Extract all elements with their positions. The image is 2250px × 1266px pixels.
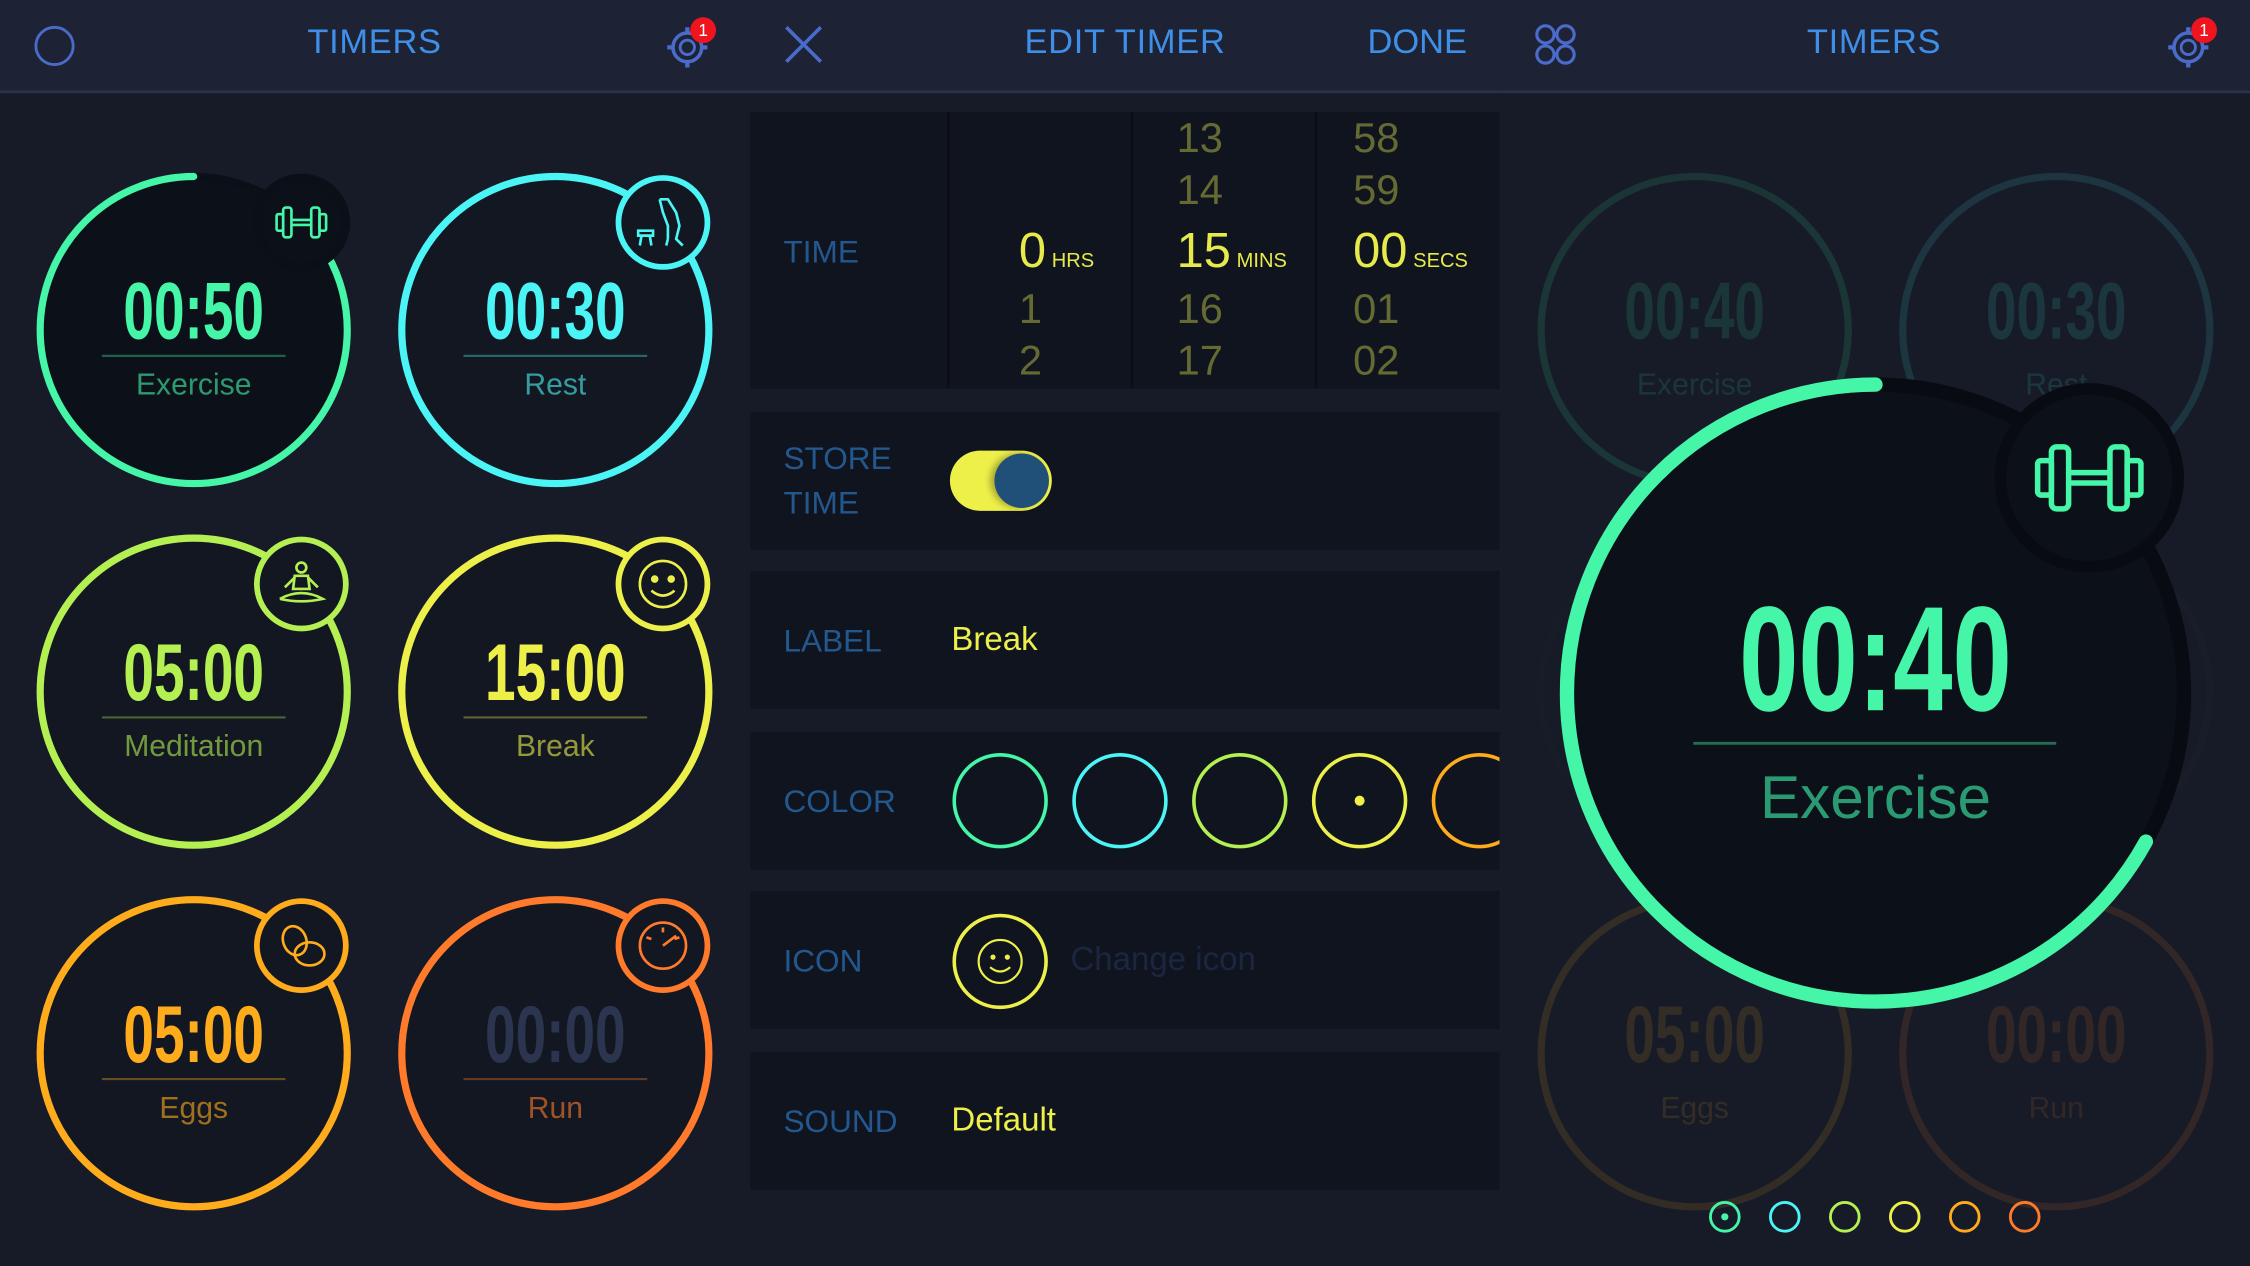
- timer-label: Exercise: [1637, 369, 1753, 402]
- picker-option[interactable]: 14: [1177, 168, 1223, 215]
- page-dot[interactable]: [1769, 1201, 1801, 1233]
- picker-option[interactable]: 2: [1019, 339, 1042, 386]
- active-timer-view: 00:40Exercise00:30Rest05:00Eggs00:00Run0…: [1537, 172, 2214, 1233]
- timer-label: Run: [528, 1092, 583, 1125]
- time-row: TIME 0 HRS 1 2 13 14 15 MINS 16 17 58 59 0…: [750, 111, 1502, 389]
- icon-badge[interactable]: [1994, 383, 2184, 573]
- timer-time: 15:00: [485, 628, 626, 718]
- time-label: TIME: [783, 233, 859, 270]
- edit-header: EDIT TIMER DONE: [749, 0, 1501, 94]
- minutes-unit: MINS: [1236, 248, 1287, 272]
- timer-card-eggs[interactable]: 05:00 Eggs: [36, 896, 351, 1211]
- seconds-unit: SECS: [1413, 248, 1468, 272]
- active-timer-label: Exercise: [1760, 763, 1991, 831]
- color-option[interactable]: [1192, 752, 1288, 849]
- smiley-icon[interactable]: [950, 911, 1050, 1011]
- store-time-row: STORE TIME: [750, 411, 1500, 550]
- app-screen: TIMERS 1 00:50 Exercise 00:30 Rest 05:00 Medi…: [0, 0, 2250, 1266]
- page-title: TIMERS: [307, 22, 442, 62]
- hours-unit: HRS: [1051, 248, 1095, 272]
- timer-label: Break: [516, 730, 596, 763]
- color-row: COLOR: [750, 731, 1500, 870]
- picker-option[interactable]: 02: [1353, 339, 1399, 386]
- color-options: [952, 752, 1500, 849]
- label-label: LABEL: [783, 622, 882, 659]
- icon-label: ICON: [783, 942, 863, 979]
- timer-time: 05:00: [123, 628, 264, 718]
- hours-picker[interactable]: 0 HRS 1 2: [947, 111, 1131, 388]
- sound-row: SOUND Default: [750, 1051, 1500, 1190]
- timer-card-meditation[interactable]: 05:00 Meditation: [36, 534, 351, 849]
- done-button[interactable]: DONE: [1368, 23, 1468, 63]
- icon-badge[interactable]: [252, 173, 351, 272]
- icon-row: ICON Change icon: [750, 891, 1500, 1029]
- minutes-picker[interactable]: 13 14 15 MINS 16 17: [1130, 111, 1315, 388]
- timer-label: Eggs: [159, 1092, 228, 1125]
- icon-badge[interactable]: [253, 536, 349, 632]
- timer-label: Meditation: [124, 730, 263, 763]
- color-option[interactable]: [952, 752, 1048, 849]
- right-title: TIMERS: [1806, 22, 1942, 62]
- picker-option[interactable]: 01: [1353, 287, 1399, 334]
- timer-time: 00:50: [123, 267, 264, 357]
- circle-icon[interactable]: [32, 23, 78, 69]
- timer-time: 00:00: [485, 990, 626, 1080]
- edit-title: EDIT TIMER: [1024, 22, 1226, 62]
- minutes-selected: 15: [1176, 223, 1231, 279]
- store-time-toggle[interactable]: [949, 450, 1052, 511]
- icon-badge[interactable]: [615, 175, 711, 270]
- timer-time: 00:30: [1986, 267, 2127, 357]
- seconds-selected: 00: [1353, 223, 1408, 279]
- change-icon-button[interactable]: Change icon: [1070, 940, 1255, 979]
- page-dot[interactable]: [1948, 1201, 1981, 1233]
- page-dot[interactable]: [1888, 1201, 1921, 1233]
- label-row: LABEL Break: [750, 571, 1500, 709]
- timer-card-break[interactable]: 15:00 Break: [398, 534, 713, 849]
- color-option[interactable]: [1072, 752, 1168, 849]
- picker-option[interactable]: 1: [1019, 287, 1042, 334]
- color-option[interactable]: [1431, 753, 1500, 849]
- store-time-label-2: TIME: [783, 485, 859, 521]
- timer-time: 00:30: [485, 267, 626, 357]
- seconds-picker[interactable]: 58 59 00 SECS 01 02: [1314, 111, 1502, 388]
- hours-selected: 0: [1018, 223, 1046, 279]
- notification-badge: 1: [690, 17, 717, 44]
- sound-value[interactable]: Default: [951, 1101, 1056, 1140]
- timer-label: Rest: [524, 369, 587, 402]
- timer-card-run[interactable]: 00:00 Run: [398, 896, 713, 1211]
- icon-badge[interactable]: [615, 536, 711, 632]
- timer-time: 00:40: [1624, 267, 1765, 357]
- left-header: TIMERS 1: [0, 0, 750, 94]
- picker-option[interactable]: 59: [1353, 168, 1399, 215]
- picker-option[interactable]: 13: [1177, 116, 1223, 163]
- timer-label: Run: [2029, 1092, 2084, 1125]
- active-timer[interactable]: 00:40 Exercise: [1559, 377, 2192, 1009]
- timer-card-exercise[interactable]: 00:50 Exercise: [36, 172, 351, 488]
- label-value[interactable]: Break: [951, 620, 1037, 659]
- sound-label: SOUND: [783, 1103, 898, 1140]
- picker-option[interactable]: 17: [1177, 339, 1223, 386]
- store-time-label: STORE: [783, 440, 892, 477]
- selected-dot: [1354, 795, 1365, 806]
- close-icon[interactable]: [781, 22, 827, 68]
- timer-label: Exercise: [136, 369, 252, 402]
- right-header: TIMERS 1: [1500, 0, 2250, 94]
- page-dot[interactable]: [1828, 1201, 1861, 1233]
- timer-time: 00:00: [1986, 990, 2127, 1080]
- grid-icon[interactable]: [1533, 23, 1579, 69]
- active-timer-time: 00:40: [1739, 575, 2012, 742]
- notification-badge: 1: [2191, 17, 2217, 44]
- timer-card-rest[interactable]: 00:30 Rest: [398, 172, 713, 488]
- picker-option[interactable]: 58: [1353, 116, 1399, 163]
- timer-label: Eggs: [1660, 1092, 1729, 1125]
- color-option[interactable]: [1311, 752, 1408, 849]
- timer-grid: 00:50 Exercise 00:30 Rest 05:00 Meditation 15:…: [36, 172, 713, 1211]
- timer-time: 05:00: [123, 990, 264, 1080]
- timer-time: 05:00: [1624, 990, 1765, 1080]
- picker-option[interactable]: 16: [1177, 287, 1223, 334]
- toggle-knob: [994, 453, 1049, 508]
